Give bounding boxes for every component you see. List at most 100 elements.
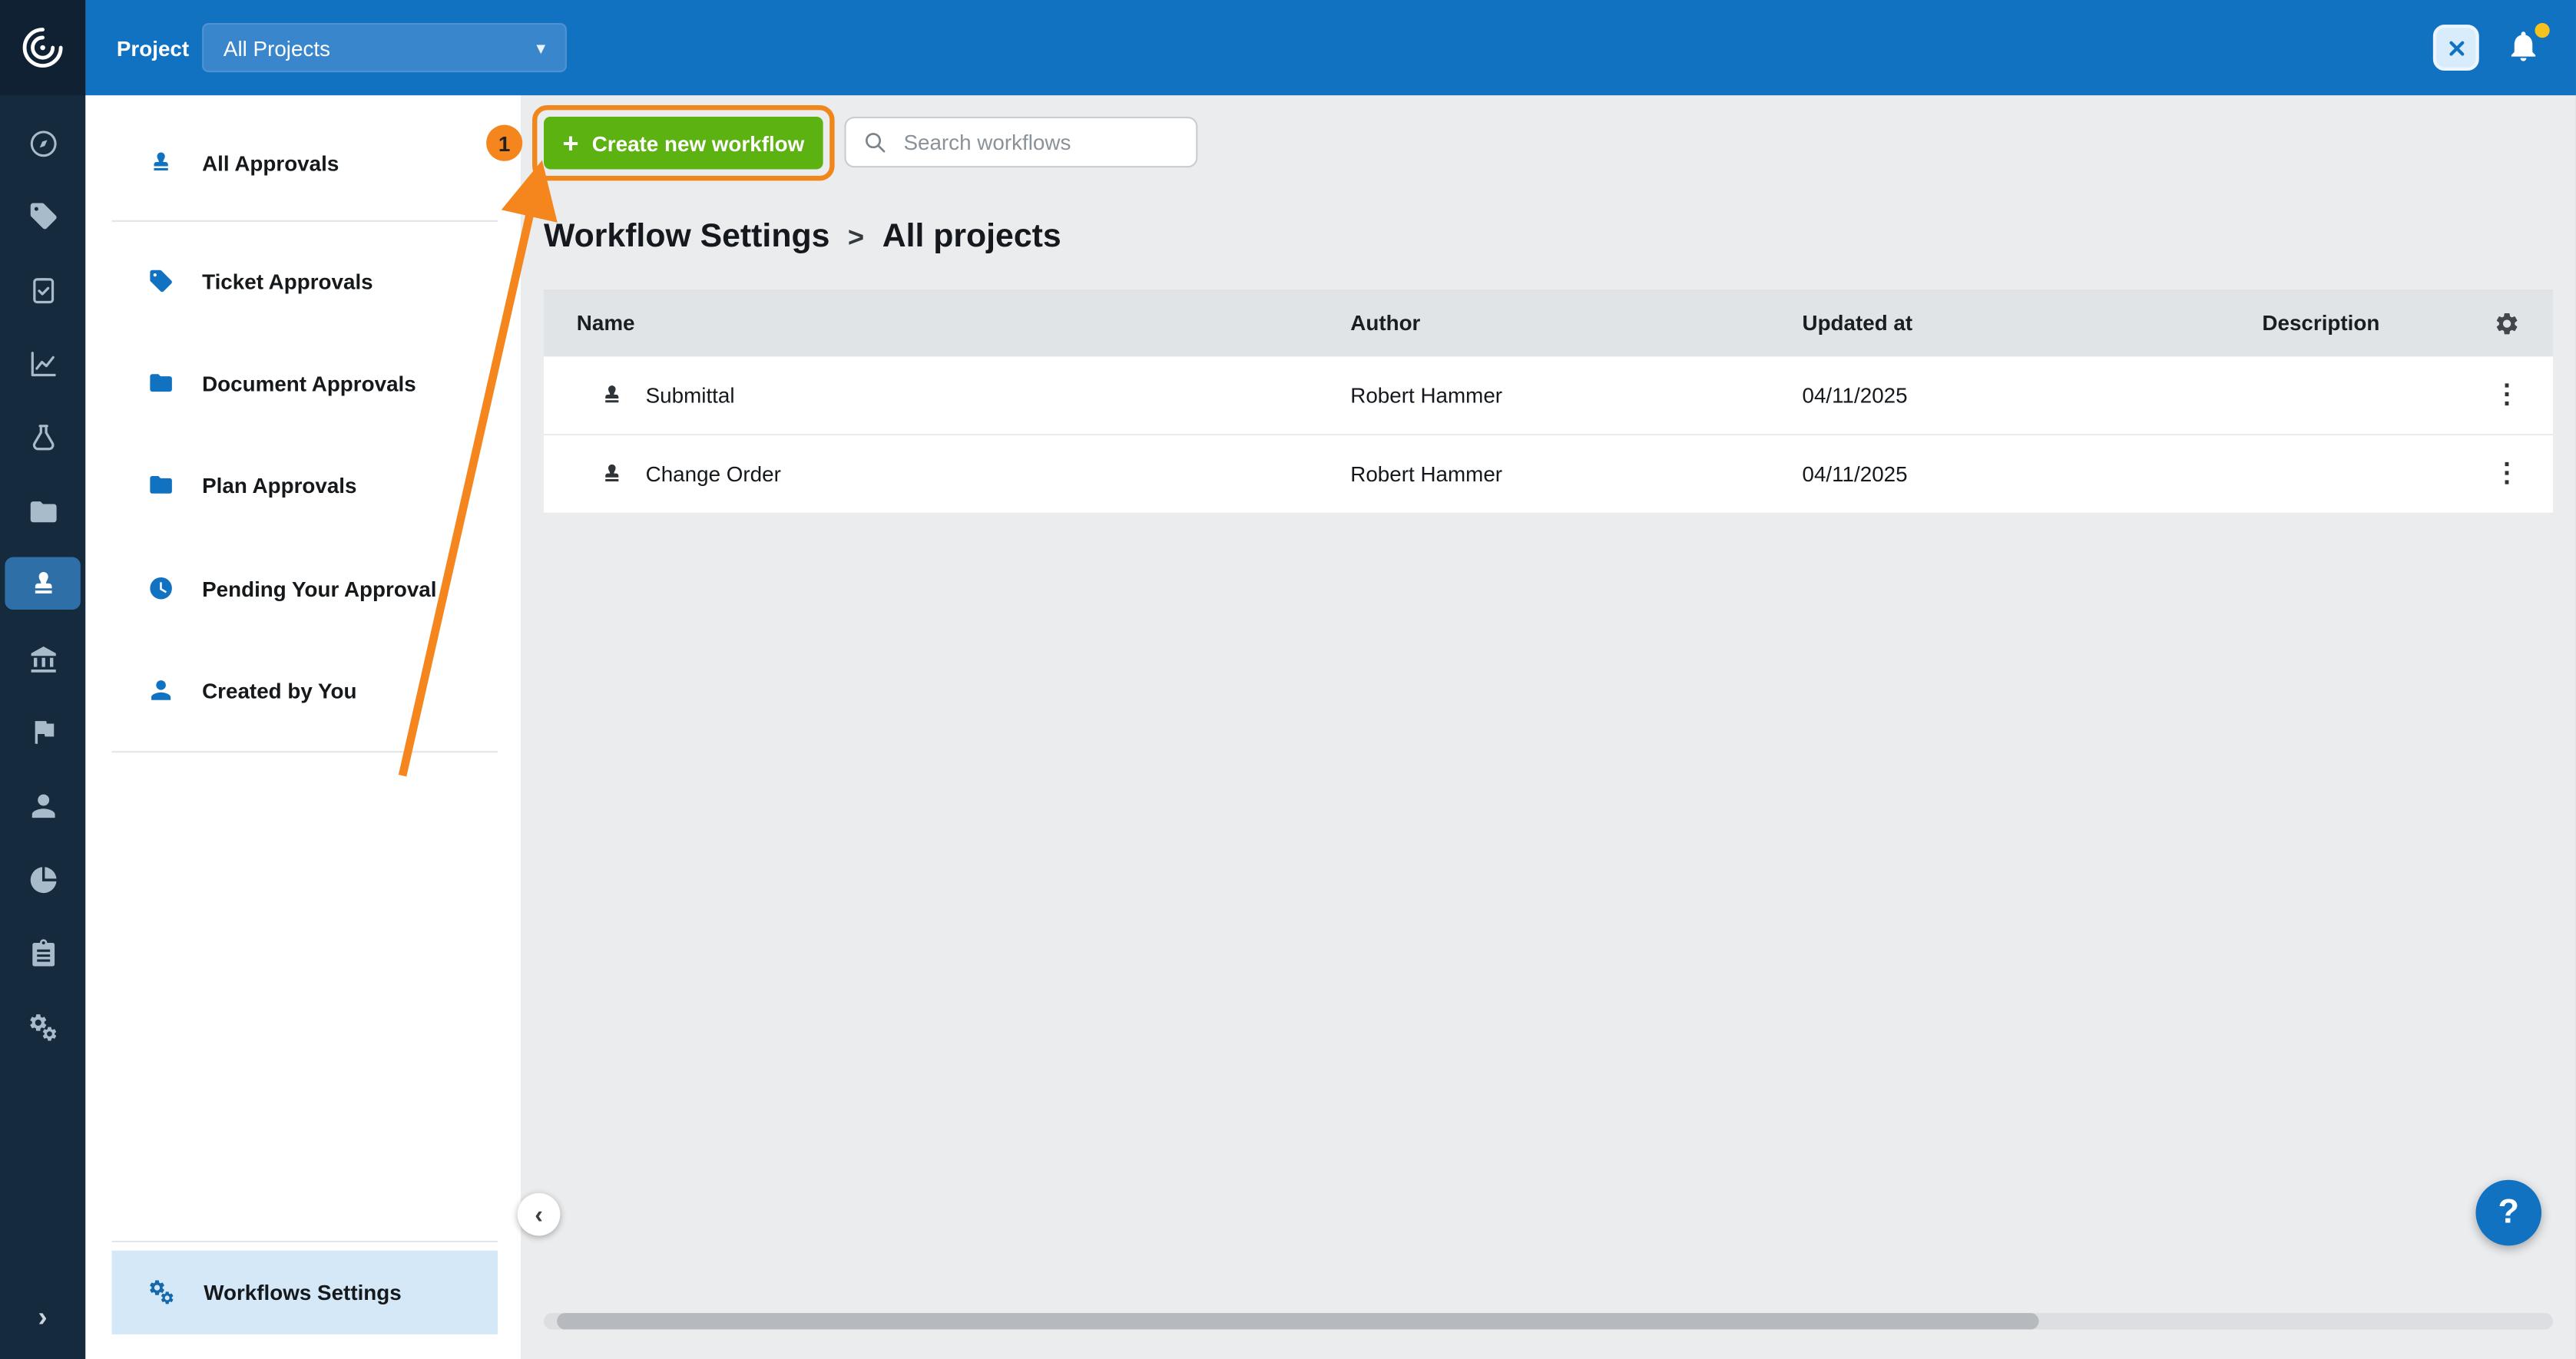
table-header-row: Name Author Updated at Description [544,289,2553,357]
stamp-icon [27,567,58,599]
search-icon [863,130,887,154]
notifications-button[interactable] [2505,28,2545,67]
chevron-down-icon: ▾ [536,37,545,58]
rail-expand-button[interactable]: › [0,1291,85,1344]
tag-icon [148,268,174,294]
apps-icon [2444,35,2468,60]
rail-item-people[interactable] [0,779,85,832]
rail-item-specifications[interactable] [0,411,85,463]
sidebar-item-plan-approvals[interactable]: Plan Approvals [111,452,498,518]
rail-item-tasks[interactable] [0,263,85,315]
row-menu-button[interactable]: ⋮ [2461,382,2553,408]
sidebar-item-label: Plan Approvals [202,472,356,497]
rail-item-tags[interactable] [0,189,85,241]
project-selector[interactable]: All Projects ▾ [202,23,567,72]
notification-dot [2535,23,2549,38]
gears-icon [27,1011,58,1043]
workflows-table: Name Author Updated at Description Submi… [544,289,2553,514]
sidebar-item-label: Workflows Settings [204,1280,402,1304]
clipboard-icon [27,937,58,969]
breadcrumb-separator: > [848,220,864,254]
rail-item-forms[interactable] [0,927,85,979]
clipboard-check-icon [27,273,58,305]
approvals-sidebar: All Approvals Ticket Approvals Document … [85,95,521,1359]
annotation-step-badge: 1 [486,125,522,161]
stamp-icon [600,383,624,408]
sidebar-item-all-approvals[interactable]: All Approvals [111,130,498,196]
app-window: › Project All Projects ▾ All Approvals [0,0,2576,1359]
chart-icon [27,348,58,379]
column-header-description: Description [2230,311,2462,336]
building-icon [27,643,58,675]
tag-icon [27,200,58,231]
kebab-icon: ⋮ [2494,382,2520,408]
stamp-icon [600,461,624,486]
cell-name: Change Order [544,461,1317,486]
cell-author: Robert Hammer [1317,383,1769,408]
sidebar-divider [111,220,498,222]
sidebar-item-document-approvals[interactable]: Document Approvals [111,350,498,416]
flask-icon [27,422,58,453]
cell-updated-at: 04/11/2025 [1770,383,2230,408]
row-menu-button[interactable]: ⋮ [2461,461,2553,487]
rail-item-dashboard[interactable] [0,117,85,169]
sidebar-item-pending-your-approval[interactable]: Pending Your Approval [111,555,498,621]
breadcrumb-current: All projects [882,218,1061,256]
chevron-right-icon: › [38,1301,48,1334]
sidebar-divider [111,751,498,752]
sidebar-item-ticket-approvals[interactable]: Ticket Approvals [111,248,498,314]
cell-name: Submittal [544,383,1317,408]
table-settings-button[interactable] [2461,309,2553,336]
search-input[interactable] [900,128,1180,156]
app-logo[interactable] [0,0,85,95]
app-logo-icon [18,23,68,72]
flag-icon [27,716,58,747]
gear-icon [2494,309,2520,336]
chevron-left-icon: ‹ [535,1200,543,1228]
table-row[interactable]: Change Order Robert Hammer 04/11/2025 ⋮ [544,435,2553,514]
plus-icon: + [562,129,578,157]
table-row[interactable]: Submittal Robert Hammer 04/11/2025 ⋮ [544,356,2553,435]
sidebar-item-label: Ticket Approvals [202,269,373,293]
project-label: Project [117,0,189,95]
gears-icon [148,1278,176,1306]
cell-updated-at: 04/11/2025 [1770,461,2230,486]
workflow-name: Submittal [646,383,735,408]
person-icon [27,789,58,821]
column-header-author: Author [1317,311,1769,336]
sidebar-item-label: Document Approvals [202,371,416,395]
horizontal-scrollbar [544,1313,2553,1329]
breadcrumb-section: Workflow Settings [544,218,829,256]
scrollbar-thumb[interactable] [557,1313,2038,1329]
app-rail: › [0,0,85,1359]
rail-item-files[interactable] [0,484,85,537]
folder-icon [148,471,174,498]
rail-item-analytics[interactable] [0,853,85,905]
apps-button[interactable] [2433,25,2479,71]
cell-author: Robert Hammer [1317,461,1769,486]
rail-item-company[interactable] [0,633,85,685]
sidebar-item-label: Created by You [202,678,356,703]
sidebar-item-workflows-settings[interactable]: Workflows Settings [111,1251,498,1334]
sidebar-item-created-by-you[interactable]: Created by You [111,657,498,723]
rail-item-flags[interactable] [0,705,85,757]
topbar: Project All Projects ▾ [85,0,2576,95]
sidebar-item-label: All Approvals [202,150,339,175]
rail-item-approvals[interactable] [5,557,80,610]
folder-icon [27,495,58,527]
search-workflows [844,117,1197,167]
rail-item-reports[interactable] [0,337,85,389]
screen: › Project All Projects ▾ All Approvals [0,0,2576,1359]
folder-icon [148,370,174,396]
sidebar-item-label: Pending Your Approval [202,576,436,600]
sidebar-divider [111,1241,498,1242]
help-button[interactable]: ? [2475,1180,2541,1246]
project-selector-value: All Projects [223,35,330,60]
person-icon [148,677,174,703]
pie-chart-icon [27,864,58,895]
create-workflow-button[interactable]: + Create new workflow [544,117,823,169]
kebab-icon: ⋮ [2494,461,2520,487]
help-label: ? [2498,1193,2519,1232]
sidebar-collapse-button[interactable]: ‹ [518,1193,561,1236]
rail-item-settings[interactable] [0,1000,85,1053]
